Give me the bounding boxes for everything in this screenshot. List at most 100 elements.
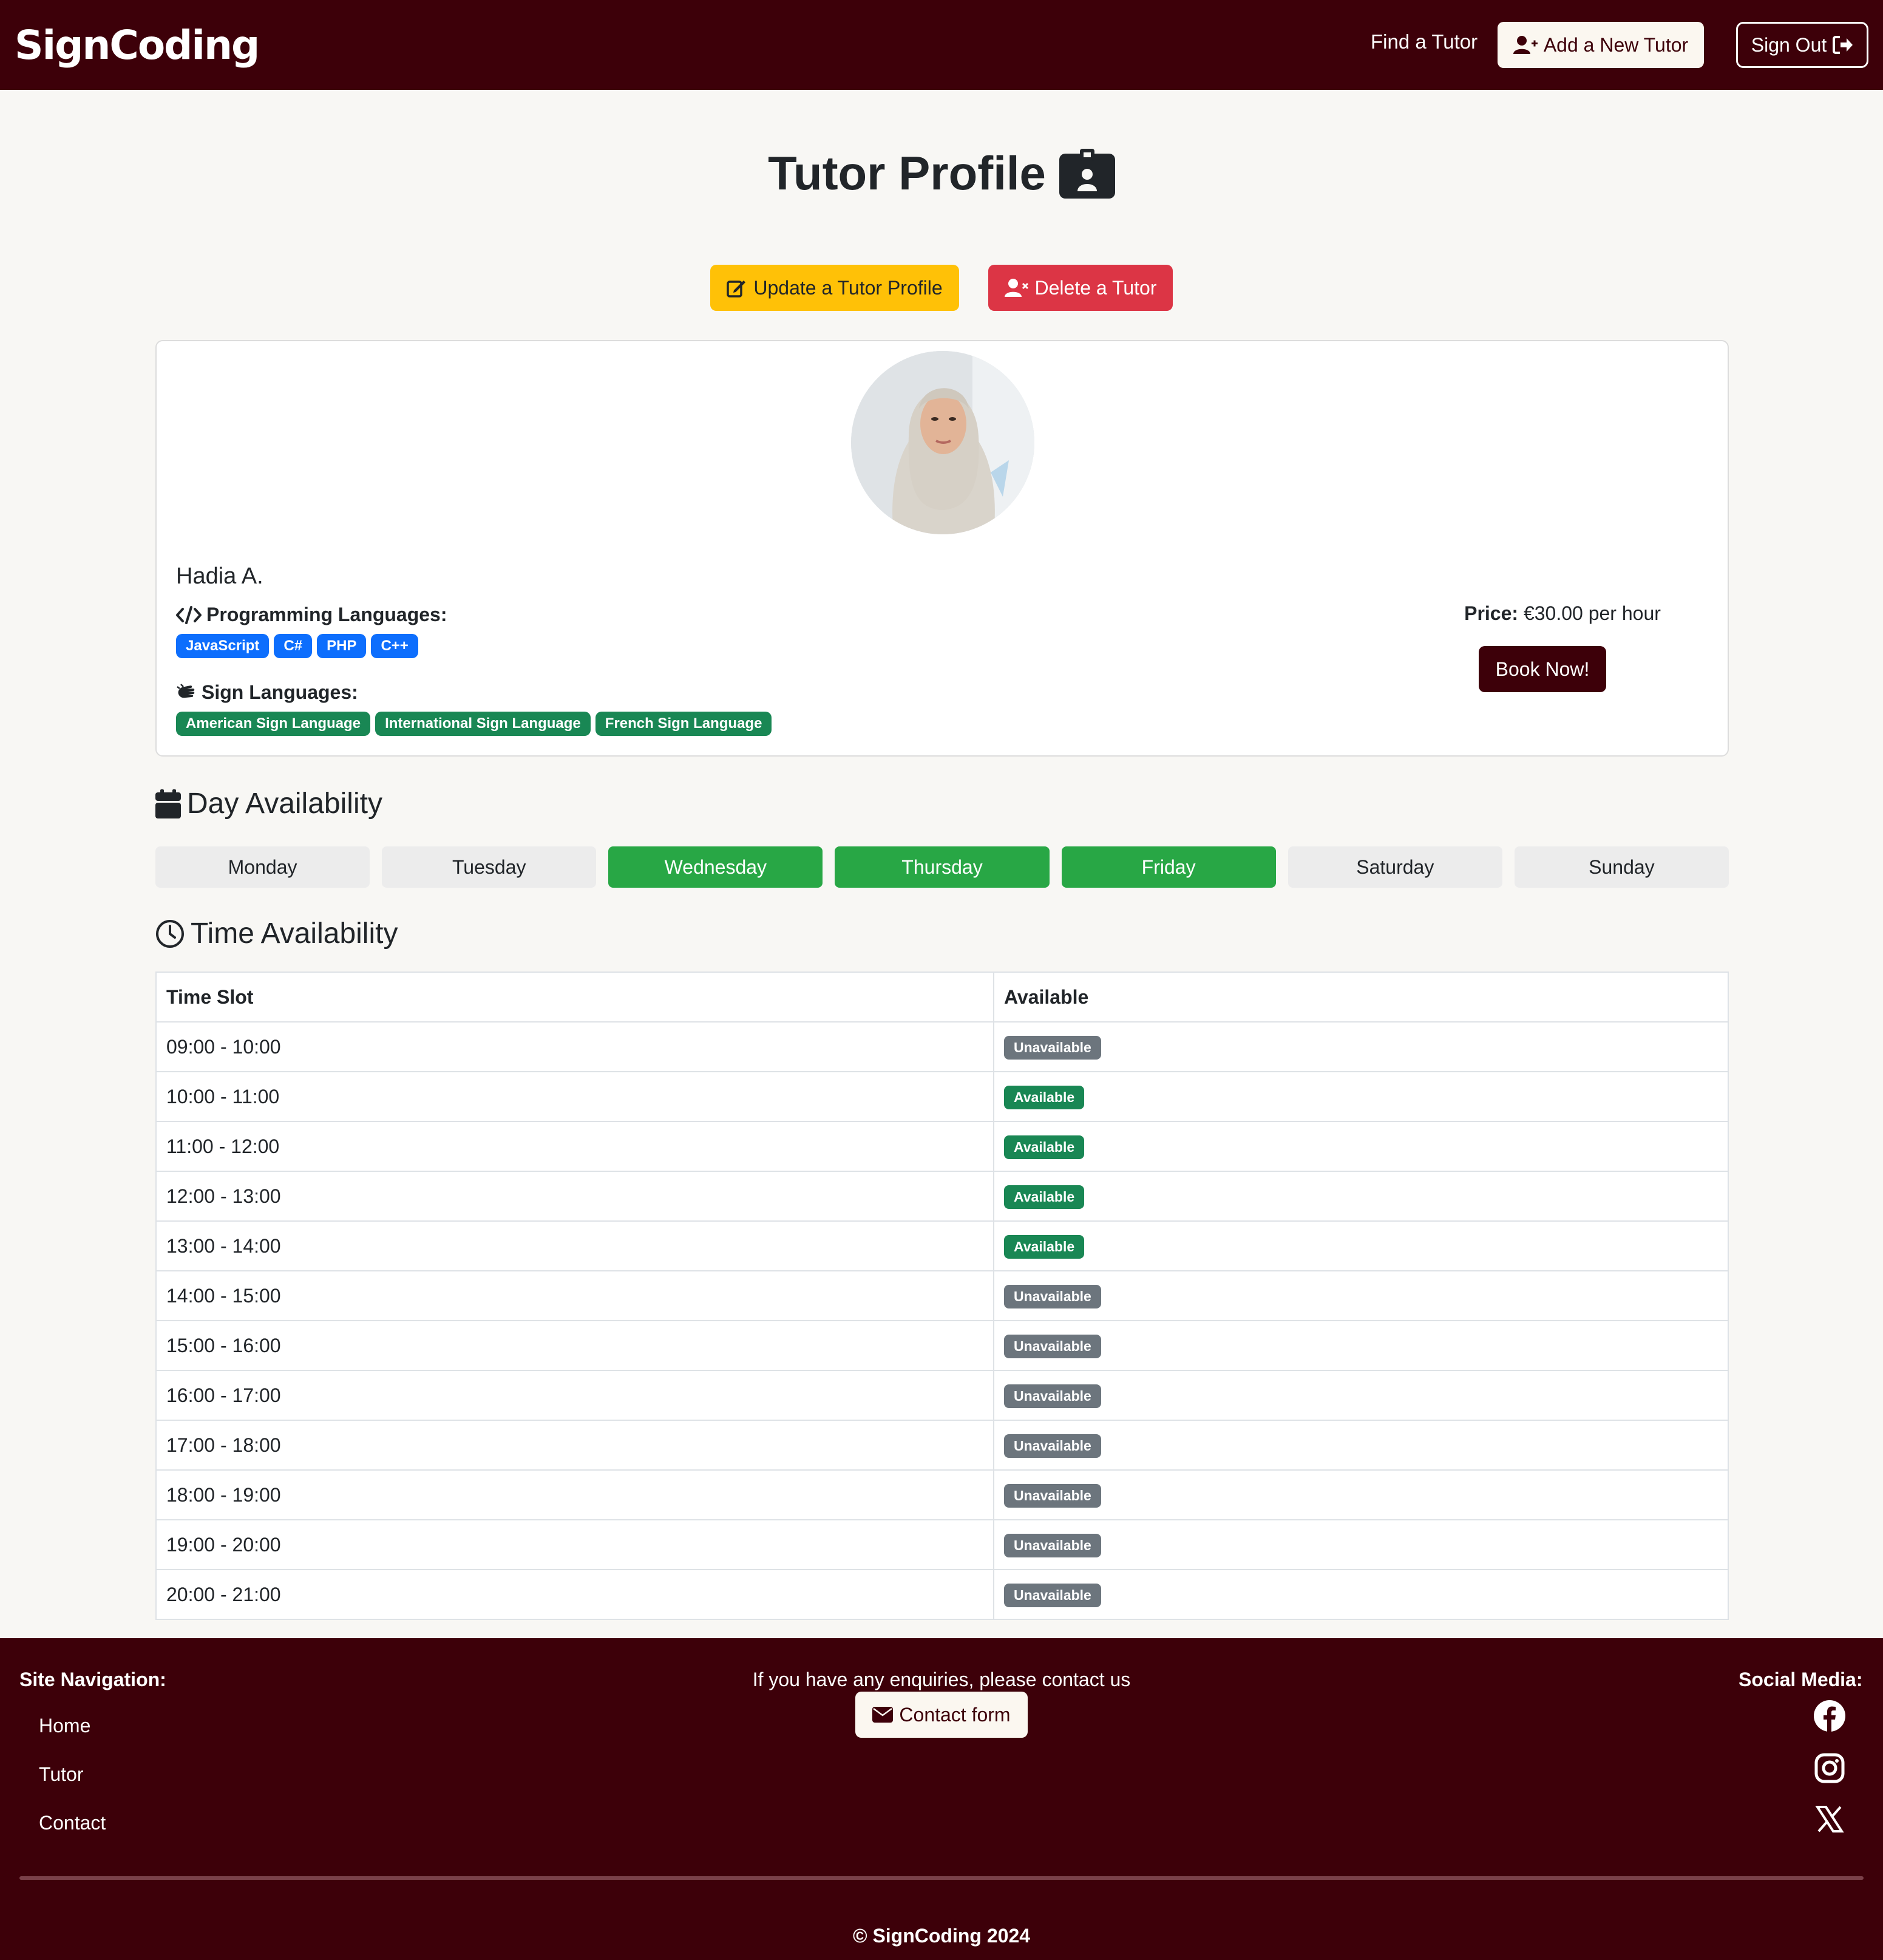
add-new-tutor-label: Add a New Tutor: [1543, 33, 1689, 56]
day-sunday: Sunday: [1514, 846, 1729, 888]
add-new-tutor-button[interactable]: Add a New Tutor: [1498, 22, 1704, 68]
time-slot-cell: 16:00 - 17:00: [155, 1370, 994, 1421]
tutor-profile-card: Hadia A. Programming Languages: JavaScri…: [155, 340, 1729, 757]
availability-cell: Unavailable: [993, 1569, 1729, 1620]
time-availability-title: Time Availability: [191, 917, 398, 950]
brand-logo[interactable]: SignCoding: [15, 22, 260, 69]
status-badge: Unavailable: [1004, 1035, 1101, 1060]
time-slot-cell: 13:00 - 14:00: [155, 1220, 994, 1271]
table-row: 10:00 - 11:00 Available: [155, 1071, 1729, 1122]
day-monday: Monday: [155, 846, 370, 888]
programming-language-badge: PHP: [317, 634, 367, 658]
copyright-text: © SignCoding 2024: [852, 1925, 1031, 1947]
contact-form-label: Contact form: [899, 1703, 1011, 1726]
time-slot-cell: 20:00 - 21:00: [155, 1569, 994, 1620]
day-availability-heading: Day Availability: [155, 787, 382, 820]
day-tuesday: Tuesday: [382, 846, 597, 888]
time-slot-cell: 09:00 - 10:00: [155, 1021, 994, 1072]
availability-cell: Available: [993, 1220, 1729, 1271]
time-availability-table: Time Slot Available 09:00 - 10:00 Unavail…: [155, 971, 1729, 1620]
programming-languages-label: Programming Languages:: [206, 604, 447, 625]
tutor-name: Hadia A.: [176, 563, 263, 589]
time-slot-cell: 14:00 - 15:00: [155, 1270, 994, 1321]
code-icon: [176, 605, 202, 624]
sign-language-badge: International Sign Language: [375, 712, 591, 736]
status-badge: Available: [1004, 1185, 1085, 1209]
table-row: 17:00 - 18:00 Unavailable: [155, 1420, 1729, 1471]
price-label: Price:: [1464, 602, 1519, 624]
table-row: 11:00 - 12:00 Available: [155, 1121, 1729, 1172]
table-row: 12:00 - 13:00 Available: [155, 1171, 1729, 1222]
availability-cell: Available: [993, 1171, 1729, 1222]
status-badge: Unavailable: [1004, 1583, 1101, 1607]
sign-language-badge: French Sign Language: [595, 712, 772, 736]
footer-link-contact[interactable]: Contact: [39, 1812, 106, 1834]
day-wednesday: Wednesday: [608, 846, 823, 888]
status-badge: Unavailable: [1004, 1384, 1101, 1408]
programming-language-badge: C++: [371, 634, 418, 658]
update-tutor-profile-label: Update a Tutor Profile: [753, 276, 943, 299]
sign-languages-label: Sign Languages:: [202, 681, 358, 703]
programming-language-badge: C#: [274, 634, 313, 658]
site-footer: Site Navigation: Home Tutor Contact If y…: [0, 1638, 1883, 1960]
x-icon[interactable]: [1813, 1802, 1847, 1836]
footer-link-home[interactable]: Home: [39, 1715, 90, 1737]
status-badge: Unavailable: [1004, 1434, 1101, 1458]
price-value: €30.00 per hour: [1523, 602, 1661, 624]
day-saturday: Saturday: [1288, 846, 1502, 888]
status-badge: Available: [1004, 1085, 1085, 1109]
table-row: 19:00 - 20:00 Unavailable: [155, 1519, 1729, 1570]
sign-languages-heading: Sign Languages:: [176, 681, 358, 704]
nav-find-tutor-link[interactable]: Find a Tutor: [1371, 30, 1478, 53]
table-row: 09:00 - 10:00 Unavailable: [155, 1021, 1729, 1072]
page-title: Tutor Profile: [0, 146, 1883, 201]
instagram-icon[interactable]: [1813, 1751, 1847, 1785]
id-badge-icon: [1059, 148, 1115, 199]
hands-asl-icon: [177, 683, 195, 698]
status-badge: Available: [1004, 1135, 1085, 1159]
availability-cell: Available: [993, 1071, 1729, 1122]
table-row: 14:00 - 15:00 Unavailable: [155, 1270, 1729, 1321]
time-slot-cell: 10:00 - 11:00: [155, 1071, 994, 1122]
table-row: 16:00 - 17:00 Unavailable: [155, 1370, 1729, 1421]
table-row: 18:00 - 19:00 Unavailable: [155, 1469, 1729, 1520]
availability-cell: Unavailable: [993, 1420, 1729, 1471]
sign-languages-badges: American Sign Language International Sig…: [176, 712, 772, 736]
day-availability-title: Day Availability: [187, 788, 382, 820]
tutor-avatar: [851, 351, 1034, 534]
edit-icon: [727, 281, 746, 298]
sign-language-badge: American Sign Language: [176, 712, 371, 736]
status-badge: Unavailable: [1004, 1334, 1101, 1358]
book-now-button[interactable]: Book Now!: [1479, 646, 1606, 692]
availability-cell: Unavailable: [993, 1320, 1729, 1371]
footer-divider: [19, 1876, 1864, 1880]
table-row: 15:00 - 16:00 Unavailable: [155, 1320, 1729, 1371]
sign-out-label: Sign Out: [1751, 33, 1827, 56]
programming-language-badge: JavaScript: [176, 634, 270, 658]
update-tutor-profile-button[interactable]: Update a Tutor Profile: [710, 265, 959, 311]
status-badge: Available: [1004, 1234, 1085, 1259]
availability-cell: Unavailable: [993, 1270, 1729, 1321]
availability-cell: Unavailable: [993, 1519, 1729, 1570]
column-header-time-slot: Time Slot: [155, 971, 994, 1023]
time-slot-cell: 18:00 - 19:00: [155, 1469, 994, 1520]
time-slot-cell: 19:00 - 20:00: [155, 1519, 994, 1570]
footer-link-tutor[interactable]: Tutor: [39, 1763, 84, 1786]
time-slot-cell: 11:00 - 12:00: [155, 1121, 994, 1172]
page-title-text: Tutor Profile: [768, 146, 1046, 200]
programming-languages-heading: Programming Languages:: [176, 604, 447, 626]
sign-out-icon: [1833, 36, 1853, 54]
facebook-icon[interactable]: [1813, 1699, 1847, 1733]
delete-tutor-label: Delete a Tutor: [1034, 276, 1157, 299]
clock-icon: [156, 919, 184, 948]
column-header-available: Available: [993, 971, 1729, 1023]
contact-form-button[interactable]: Contact form: [855, 1692, 1028, 1738]
enquiry-text: If you have any enquiries, please contac…: [752, 1669, 1131, 1690]
sign-out-button[interactable]: Sign Out: [1736, 22, 1868, 68]
calendar-icon: [155, 789, 181, 818]
time-availability-heading: Time Availability: [155, 917, 398, 950]
table-header-row: Time Slot Available: [155, 971, 1729, 1023]
availability-cell: Unavailable: [993, 1370, 1729, 1421]
user-xmark-icon: [1004, 279, 1028, 297]
delete-tutor-button[interactable]: Delete a Tutor: [988, 265, 1173, 311]
